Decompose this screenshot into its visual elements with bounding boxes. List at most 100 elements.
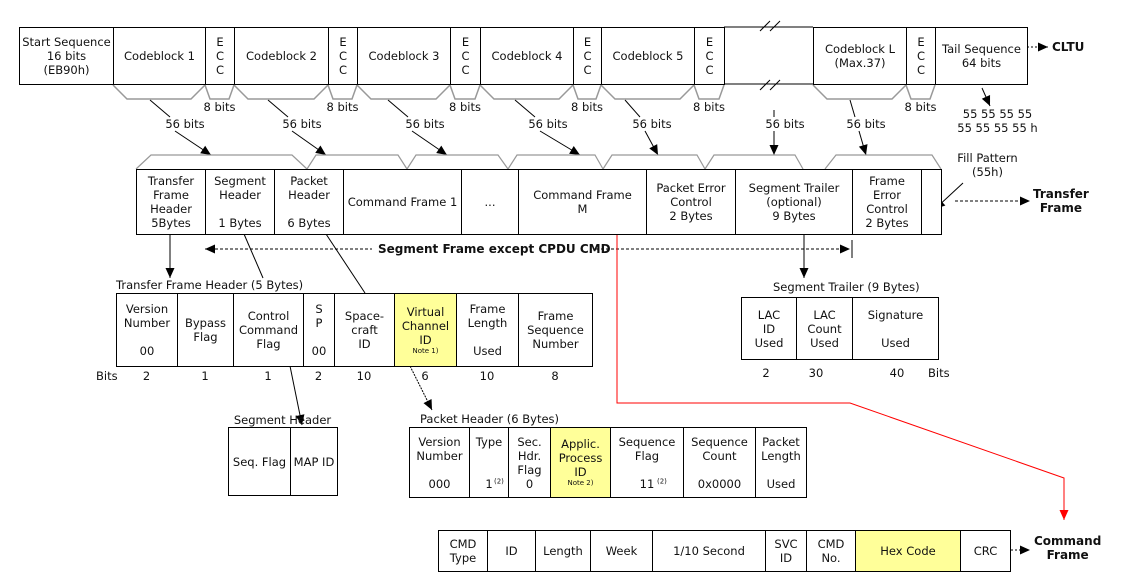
hex-code-cell: Hex Code xyxy=(855,530,961,572)
arrowhead-icon xyxy=(436,145,447,155)
tail-sequence-value: 55 55 55 55 55 55 55 55 h xyxy=(957,107,1038,135)
seq-flag-cell: Seq. Flag xyxy=(228,427,291,496)
ph-sec-hdr-flag-cell-text: Sec. Hdr. Flag 0 xyxy=(517,434,542,491)
ellipsis-cell-text: ... xyxy=(484,195,496,209)
frame-sequence-number-cell-text: Frame Sequence Number xyxy=(527,309,584,351)
connector-line xyxy=(243,233,264,279)
spacecraft-id-cell-text: Space- craft ID xyxy=(344,309,385,351)
bits-value: 2 xyxy=(762,366,770,380)
arrowhead-icon xyxy=(315,145,326,155)
block-bits-label: 56 bits xyxy=(165,117,205,131)
footnote-ref: (2) xyxy=(494,477,504,485)
bits-value: 2 xyxy=(142,369,151,383)
tenth-second-cell-text: 1/10 Second xyxy=(673,544,745,558)
ecc-bits-label: 8 bits xyxy=(904,100,937,114)
codeblock-2-cell: Codeblock 2 xyxy=(234,27,329,85)
ecc-cell: E C C xyxy=(328,27,358,85)
control-command-flag-cell-text: Control Command Flag xyxy=(238,309,299,351)
bits-value: 10 xyxy=(356,369,372,383)
ecc-cell-text: E C C xyxy=(338,35,348,77)
note-2: Note 2) xyxy=(567,479,594,487)
arrowhead-icon xyxy=(649,144,658,155)
length-cell-text: Length xyxy=(543,544,583,558)
ecc-cell: E C C xyxy=(694,27,725,85)
codeblock-1-cell-text: Codeblock 1 xyxy=(124,49,195,63)
ecc-cell: E C C xyxy=(573,27,602,85)
bypass-flag-cell-text: Bypass Flag xyxy=(184,316,227,344)
segment-trailer-cell-text: Segment Trailer (optional) 9 Bytes xyxy=(748,181,840,223)
tf-header-cell-text: Transfer Frame Header 5Bytes xyxy=(147,174,195,230)
ecc-bracket xyxy=(204,84,235,100)
ph-packet-length-cell-text: Packet Length Used xyxy=(761,434,801,491)
codeblock-5-cell-text: Codeblock 5 xyxy=(612,49,684,63)
map-id-cell-text: MAP ID xyxy=(293,454,335,469)
footnote-ref: (2) xyxy=(657,477,667,485)
fill-pattern-cell xyxy=(921,169,942,235)
note-1: Note 1) xyxy=(412,346,439,355)
lac-id-cell: LAC ID Used xyxy=(741,297,797,360)
ph-type-cell: Type 1 (2) xyxy=(469,427,509,498)
fill-pattern-label: Fill Pattern (55h) xyxy=(957,151,1018,179)
bits-label: Bits xyxy=(928,366,950,380)
start-sequence-cell-text: Start Sequence 16 bits (EB90h) xyxy=(22,35,111,77)
ecc-bits-label: 8 bits xyxy=(203,100,236,114)
tf-header-cell: Transfer Frame Header 5Bytes xyxy=(136,169,206,235)
codeblock-3-cell: Codeblock 3 xyxy=(357,27,451,85)
packet-error-control-cell-text: Packet Error Control 2 Bytes xyxy=(656,181,726,223)
start-sequence-cell: Start Sequence 16 bits (EB90h) xyxy=(19,27,114,85)
packet-header-title: Packet Header (6 Bytes) xyxy=(420,412,560,426)
connector-line xyxy=(387,99,409,118)
codeblock-bracket xyxy=(112,84,206,100)
frame-error-control-cell-text: Frame Error Control 2 Bytes xyxy=(865,174,909,230)
codeblock-bracket xyxy=(479,84,574,100)
codeblock-3-cell-text: Codeblock 3 xyxy=(368,49,440,63)
lac-id-cell-text: LAC ID Used xyxy=(754,307,784,350)
ph-sequence-count-cell: Sequence Count 0x0000 xyxy=(683,427,756,498)
arrowhead-icon xyxy=(1020,545,1030,555)
signature-cell: Signature Used xyxy=(852,297,939,360)
segment-header-title: Segment Header xyxy=(233,413,332,427)
ecc-bits-label: 8 bits xyxy=(449,100,481,114)
block-bits-label: 56 bits xyxy=(282,117,322,131)
bypass-flag-cell: Bypass Flag xyxy=(177,293,234,367)
codeblock-l-cell: Codeblock L (Max.37) xyxy=(813,27,907,85)
ecc-cell: E C C xyxy=(906,27,936,85)
ecc-bracket xyxy=(327,84,358,100)
ecc-bracket xyxy=(449,84,481,100)
bits-value: 6 xyxy=(421,369,429,383)
block-bits-label: 56 bits xyxy=(765,117,805,131)
arrowhead-icon xyxy=(165,268,175,278)
ph-version-number-cell: Version Number 000 xyxy=(409,427,470,498)
block-bits-label: 56 bits xyxy=(528,117,568,131)
segment-trailer-title: Segment Trailer (9 Bytes) xyxy=(773,280,920,294)
ecc-bits-label: 8 bits xyxy=(693,100,725,114)
cmd-no-cell-text: CMD No. xyxy=(817,537,845,565)
signature-cell-text: Signature Used xyxy=(867,307,924,350)
connector-line xyxy=(507,154,604,170)
segment-header-cell: Segment Header 1 Bytes xyxy=(205,169,275,235)
id-cell-text: ID xyxy=(505,544,518,558)
cmd-no-cell: CMD No. xyxy=(806,530,856,572)
frame-error-control-cell: Frame Error Control 2 Bytes xyxy=(852,169,922,235)
segment-span-label: Segment Frame except CPDU CMD xyxy=(378,242,611,256)
ecc-cell-text: E C C xyxy=(215,35,225,77)
map-id-cell: MAP ID xyxy=(290,427,338,496)
codeblock-bracket xyxy=(233,84,329,100)
ecc-bracket xyxy=(572,84,602,100)
bits-value: 30 xyxy=(808,366,824,380)
command-frame-m-cell: Command Frame M xyxy=(518,169,647,235)
bits-value: 2 xyxy=(314,369,323,383)
codeblock-l-cell-text: Codeblock L (Max.37) xyxy=(824,42,896,70)
frame-sequence-number-cell: Frame Sequence Number xyxy=(518,293,593,367)
sp-cell: S P 00 xyxy=(303,293,335,367)
ph-packet-length-cell: Packet Length Used xyxy=(755,427,807,498)
cltu-label: CLTU xyxy=(1052,40,1085,54)
tail-sequence-cell: Tail Sequence 64 bits xyxy=(935,27,1028,85)
codeblock-bracket xyxy=(600,84,695,100)
connector-line xyxy=(149,99,171,118)
gap-cell xyxy=(724,27,814,85)
codeblock-bracket xyxy=(812,84,907,100)
arrowhead-icon xyxy=(799,268,809,278)
bits-value: 40 xyxy=(889,366,905,380)
virtual-channel-id-cell-text: Virtual Channel ID xyxy=(401,304,450,347)
